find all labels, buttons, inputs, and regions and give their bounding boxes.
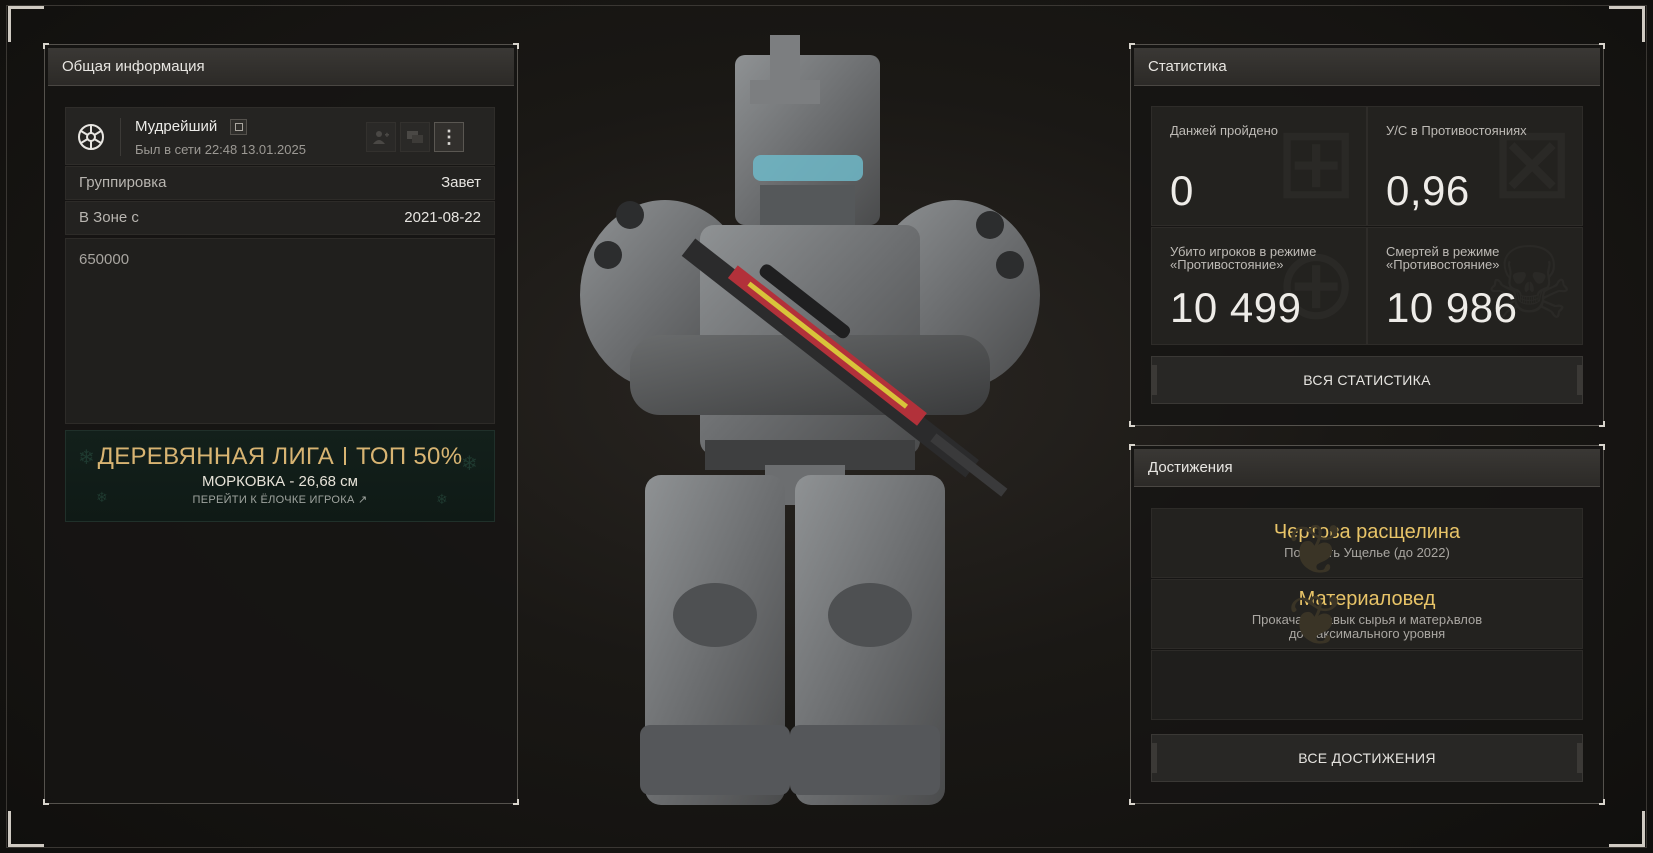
divider [120,118,121,156]
statistics-panel: Статистика ⊞ Данжей пройдено 0 ⊠ У/С в П… [1129,43,1605,427]
faction-row: Группировка Завет [65,166,495,200]
last-online-text: Был в сети 22:48 13.01.2025 [135,142,306,157]
add-friend-icon[interactable] [366,122,396,152]
stat-label: Смертей в режиме «Противостояние» [1386,244,1500,272]
stat-label: Убито игроков в режиме «Противостояние» [1170,244,1317,272]
zone-since-row: В Зоне с 2021-08-22 [65,201,495,235]
league-name: ДЕРЕВЯННАЯ ЛИГА [97,443,335,470]
external-link-icon: ↗ [357,494,368,506]
tree-link[interactable]: ПЕРЕЙТИ К ЁЛОЧКЕ ИГРОКА ↗ [66,493,494,506]
frame-corner [1609,6,1645,42]
copy-icon[interactable] [230,119,247,135]
username: Мудрейший [135,118,218,135]
clan-emblem-icon [76,122,106,152]
statistics-header: Статистика [1134,48,1600,86]
stat-deaths: ☠ Смертей в режиме «Противостояние» 10 9… [1367,227,1583,345]
dungeon-bg-icon: ⊞ [1274,107,1358,219]
stat-kills: ⊕ Убито игроков в режиме «Противостояние… [1151,227,1367,345]
stat-value: 0,96 [1386,167,1470,214]
league-banner[interactable]: ❄ ❄ ❄ ❄ ДЕРЕВЯННАЯ ЛИГА ТОП 50% МОРКОВКА … [65,430,495,522]
laurel-icon: ❦ [1287,582,1346,649]
stat-value: 10 499 [1170,284,1302,331]
achievement-title: Чертова расщелина [1273,521,1461,543]
achievement-item[interactable]: ❦ Материаловед Прокачать навык сырья и м… [1151,579,1583,649]
chat-icon[interactable] [400,122,430,152]
achievement-desc: Посетить Ущелье (до 2022) [1284,545,1450,560]
frame-corner [8,811,44,847]
stat-label: У/С в Противостояниях [1386,123,1527,138]
zone-since-value: 2021-08-22 [404,209,481,226]
faction-label: Группировка [79,174,167,191]
faction-value: Завет [441,174,481,191]
achievement-title: Материаловед [1298,588,1436,610]
achievement-desc: Прокачать навык сырья и матерአвлов до ма… [1251,612,1483,641]
achievement-item[interactable]: ❦ Чертова расщелина Посетить Ущелье (до … [1151,508,1583,578]
more-vertical-icon[interactable]: ⋮ [434,122,464,152]
frame-corner [8,6,44,42]
achievements-panel: Достижения ❦ Чертова расщелина Посетить … [1129,444,1605,805]
bio-text: 650000 [65,238,495,424]
league-subtitle: МОРКОВКА - 26,68 см [202,473,358,490]
user-card: Мудрейший Был в сети 22:48 13.01.2025 ⋮ [65,107,495,165]
stat-kd: ⊠ У/С в Противостояниях 0,96 [1367,106,1583,226]
stat-value: 10 986 [1386,284,1518,331]
league-rank: ТОП 50% [356,443,463,470]
achievements-header: Достижения [1134,449,1600,487]
general-info-header: Общая информация [48,48,514,86]
frame-corner [1609,811,1645,847]
zone-since-label: В Зоне с [79,209,139,226]
all-achievements-button[interactable]: ВСЕ ДОСТИЖЕНИЯ [1151,734,1583,782]
all-stats-button[interactable]: ВСЯ СТАТИСТИКА [1151,356,1583,404]
stat-label: Данжей пройдено [1170,123,1278,138]
stat-dungeons: ⊞ Данжей пройдено 0 [1151,106,1367,226]
character-model [570,35,1070,835]
league-title: ДЕРЕВЯННАЯ ЛИГА ТОП 50% [66,443,494,471]
achievement-empty-slot [1151,650,1583,720]
laurel-icon: ❦ [1287,511,1346,578]
general-info-panel: Общая информация Мудрейший Был в сети 22… [43,43,519,805]
stat-value: 0 [1170,167,1194,214]
